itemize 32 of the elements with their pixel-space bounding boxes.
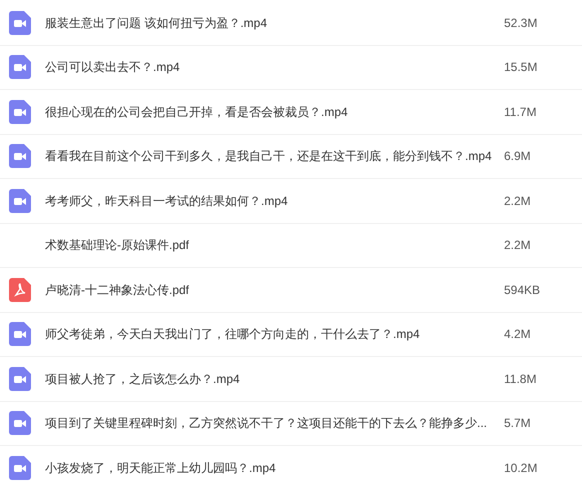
file-size: 15.5M	[504, 59, 538, 76]
file-size: 11.7M	[504, 104, 536, 121]
file-name[interactable]: 小孩发烧了，明天能正常上幼儿园吗？.mp4	[45, 458, 500, 477]
file-name[interactable]: 师父考徒弟，今天白天我出门了，往哪个方向走的，干什么去了？.mp4	[45, 325, 500, 344]
video-file-icon	[9, 10, 31, 35]
file-size: 594KB	[504, 282, 540, 299]
file-size: 2.2M	[504, 192, 531, 210]
file-name[interactable]: 术数基础理论-原始课件.pdf	[45, 236, 500, 254]
file-name[interactable]: 项目被人抢了，之后该怎么办？.mp4	[45, 370, 500, 388]
file-name[interactable]: 服装生意出了问题 该如何扭亏为盈？.mp4	[45, 14, 500, 32]
file-name[interactable]: 很担心现在的公司会把自己开掉，看是否会被裁员？.mp4	[45, 102, 500, 121]
file-size: 5.7M	[504, 415, 531, 432]
file-size: 10.2M	[504, 460, 538, 477]
video-file-icon	[9, 100, 31, 124]
file-size: 4.2M	[504, 326, 531, 344]
video-file-icon	[9, 456, 31, 480]
file-name[interactable]: 公司可以卖出去不？.mp4	[45, 58, 500, 76]
video-file-icon	[9, 144, 31, 168]
file-size: 11.8M	[504, 370, 536, 388]
file-name[interactable]: 卢晓清-十二神象法心传.pdf	[45, 280, 500, 299]
pdf-file-icon	[9, 278, 31, 302]
video-file-icon	[9, 411, 31, 436]
file-name[interactable]: 项目到了关键里程碑时刻，乙方突然说不干了？这项目还能干的下去么？能挣多少...	[45, 414, 500, 432]
file-size: 2.2M	[504, 237, 531, 254]
video-file-icon	[9, 322, 31, 346]
file-name[interactable]: 看看我在目前这个公司干到多久，是我自己干，还是在这干到底，能分到钱不？.mp4	[45, 147, 500, 166]
file-name[interactable]: 考考师父，昨天科目一考试的结果如何？.mp4	[45, 192, 500, 210]
video-file-icon	[9, 366, 31, 391]
file-size: 6.9M	[504, 148, 531, 166]
file-size: 52.3M	[504, 14, 538, 32]
video-file-icon	[9, 55, 31, 80]
video-file-icon	[9, 188, 31, 213]
